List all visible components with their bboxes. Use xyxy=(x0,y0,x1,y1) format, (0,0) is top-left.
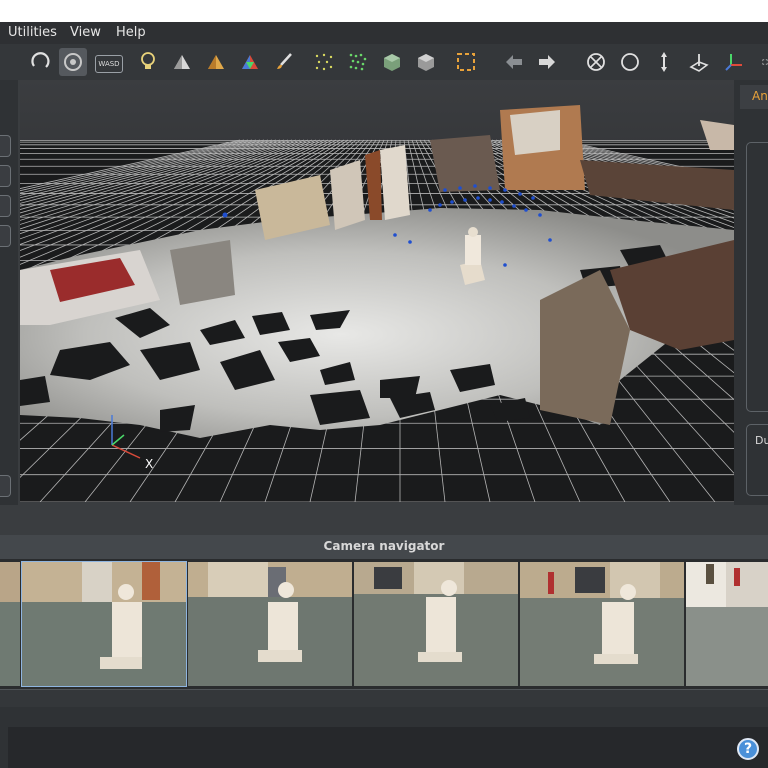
right-panel-group-2: Du xyxy=(746,424,768,496)
point-cloud-icon xyxy=(315,53,333,71)
ground-plane-icon xyxy=(689,54,709,72)
light-button[interactable] xyxy=(134,48,162,76)
left-panel-button-5[interactable] xyxy=(0,475,11,497)
vertical-axis-button[interactable] xyxy=(650,48,678,76)
bottom-separator xyxy=(0,689,768,708)
gizmo-button[interactable] xyxy=(582,48,610,76)
left-panel-button-1[interactable] xyxy=(0,135,11,157)
orbit-icon xyxy=(64,53,82,71)
camera-thumbnail[interactable] xyxy=(0,562,20,686)
menu-view[interactable]: View xyxy=(70,25,101,40)
right-panel-label-du: Du xyxy=(755,434,768,447)
dense-cloud-button[interactable] xyxy=(344,48,372,76)
ground-plane-button[interactable] xyxy=(685,48,713,76)
panel-gap xyxy=(0,505,768,535)
help-button[interactable]: ? xyxy=(737,738,759,760)
expand-icon xyxy=(762,59,768,65)
lightbulb-icon xyxy=(141,52,155,69)
dense-cloud-icon xyxy=(349,53,367,71)
paint-button[interactable] xyxy=(270,48,298,76)
circle-button[interactable] xyxy=(616,48,644,76)
camera-thumbnail[interactable] xyxy=(188,562,352,686)
menu-help[interactable]: Help xyxy=(116,25,146,40)
shading-vertex-icon xyxy=(208,55,224,69)
paint-brush-icon xyxy=(277,53,292,69)
menu-bar: Utilities View Help xyxy=(0,22,768,44)
redo-icon xyxy=(539,55,555,69)
point-cloud-button[interactable] xyxy=(310,48,338,76)
right-panel-tab[interactable]: An xyxy=(740,85,768,109)
axis-x-label: X xyxy=(145,457,153,471)
axes-button[interactable] xyxy=(720,48,748,76)
axes-icon xyxy=(725,54,742,71)
fullscreen-button[interactable] xyxy=(752,48,768,76)
orbit-button[interactable] xyxy=(59,48,87,76)
right-panel: An Du xyxy=(734,80,768,505)
textured-mesh-button[interactable] xyxy=(412,48,440,76)
shading-flat-icon xyxy=(174,55,190,69)
camera-thumbnail[interactable] xyxy=(354,562,518,686)
left-panel xyxy=(0,80,18,505)
shading-vertex-button[interactable] xyxy=(202,48,230,76)
undo-icon xyxy=(506,55,522,69)
camera-thumbnail[interactable] xyxy=(21,561,187,687)
toolbar: WASD xyxy=(0,44,768,80)
textured-mesh-icon xyxy=(418,54,434,71)
circle-icon xyxy=(621,53,639,71)
camera-navigator-title: Camera navigator xyxy=(0,535,768,559)
left-panel-button-4[interactable] xyxy=(0,225,11,247)
camera-strip[interactable] xyxy=(0,559,768,689)
shading-flat-button[interactable] xyxy=(168,48,196,76)
bottom-panel xyxy=(0,707,768,768)
shading-texture-icon xyxy=(242,55,258,69)
redo-button[interactable] xyxy=(533,48,561,76)
gizmo-icon xyxy=(587,53,605,71)
vertical-axis-icon xyxy=(661,52,667,72)
right-panel-group-1 xyxy=(746,142,768,412)
menu-utilities[interactable]: Utilities xyxy=(8,25,57,40)
bottom-panel-content xyxy=(8,727,768,768)
shading-texture-button[interactable] xyxy=(236,48,264,76)
selection-button[interactable] xyxy=(452,48,480,76)
mesh-button[interactable] xyxy=(378,48,406,76)
scene-render: X xyxy=(20,80,734,502)
undo-button[interactable] xyxy=(500,48,528,76)
camera-thumbnail[interactable] xyxy=(686,562,768,686)
mesh-icon xyxy=(384,54,400,71)
screen-top-edge xyxy=(0,0,768,22)
camera-thumbnail[interactable] xyxy=(520,562,684,686)
3d-viewport[interactable]: X xyxy=(20,80,734,502)
left-panel-button-2[interactable] xyxy=(0,165,11,187)
rotate-icon xyxy=(31,52,50,68)
wasd-button[interactable]: WASD xyxy=(95,55,123,73)
left-panel-button-3[interactable] xyxy=(0,195,11,217)
rotate-button[interactable] xyxy=(26,48,54,76)
selection-box-icon xyxy=(457,53,475,71)
